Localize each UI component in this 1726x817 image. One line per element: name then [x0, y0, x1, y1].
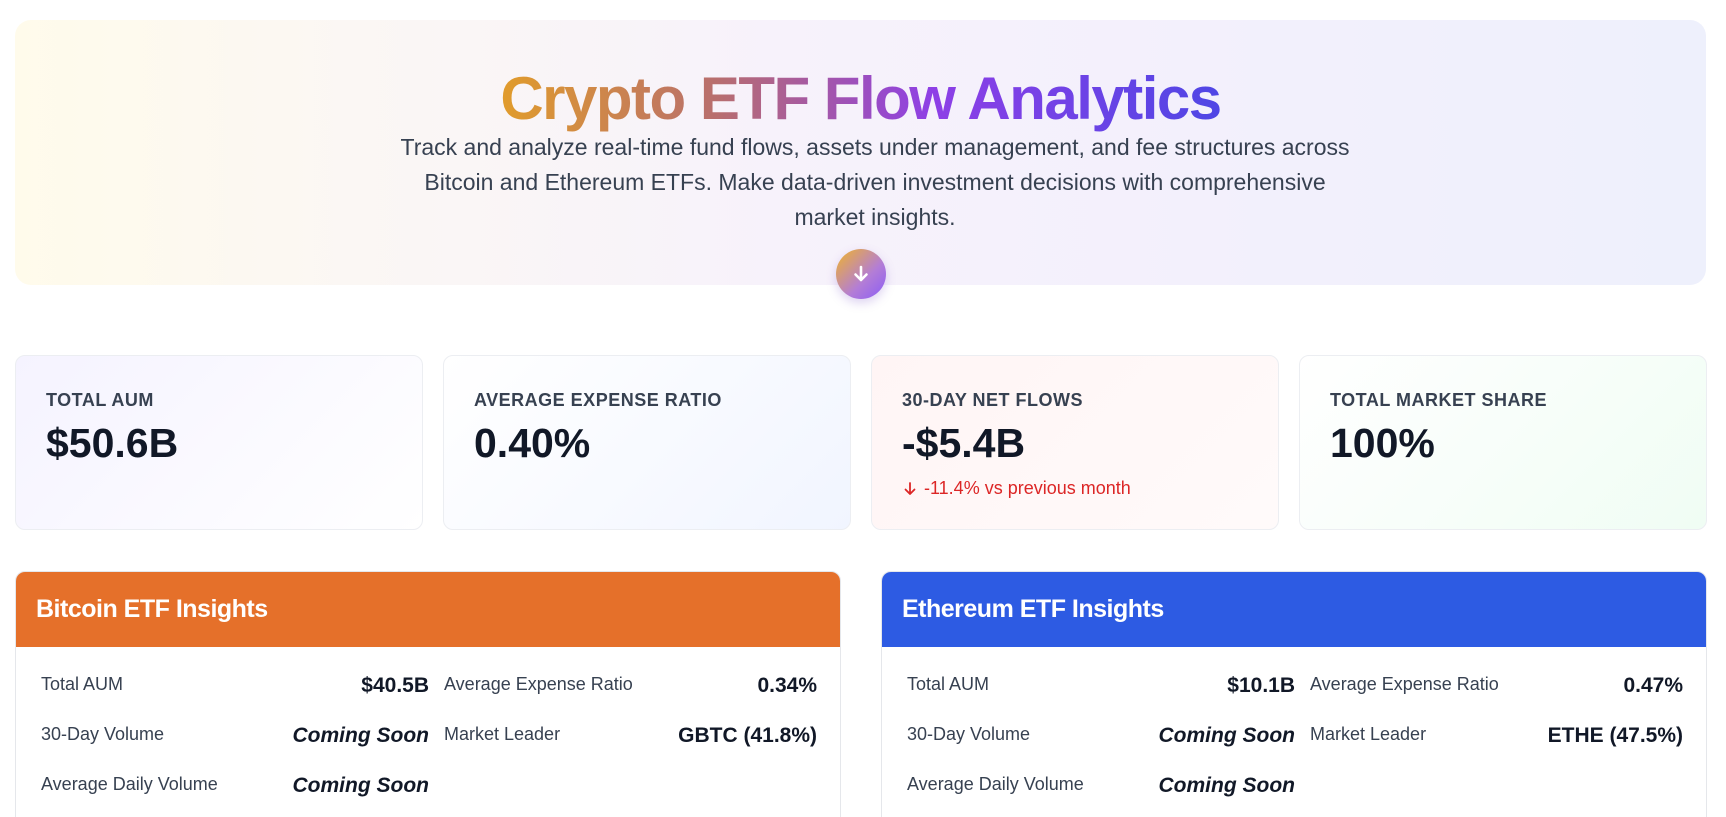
stat-value: $50.6B	[46, 420, 179, 466]
stat-label: TOTAL MARKET SHARE	[1330, 390, 1548, 410]
stat-value: 100%	[1330, 420, 1435, 466]
row-value: GBTC (41.8%)	[678, 724, 817, 747]
row-label: Average Daily Volume	[907, 774, 1084, 794]
row-label: Average Daily Volume	[41, 774, 218, 794]
stat-card-expense-ratio: AVERAGE EXPENSE RATIO 0.40%	[443, 355, 851, 530]
stat-label: 30-DAY NET FLOWS	[902, 390, 1084, 410]
panel-title: Ethereum ETF Insights	[882, 572, 1706, 647]
row-label: 30-Day Volume	[41, 724, 165, 744]
row-label: Average Expense Ratio	[1310, 674, 1499, 694]
stat-value: 0.40%	[474, 420, 591, 466]
stat-label: TOTAL AUM	[46, 390, 154, 410]
row-label: Average Expense Ratio	[444, 674, 633, 694]
page-title-text: Crypto ETF Flow Analytics	[500, 65, 1222, 132]
hero-subtitle: Track and analyze real-time fund flows, …	[400, 134, 1350, 230]
stat-change: -11.4% vs previous month	[902, 478, 1131, 499]
stat-card-net-flows: 30-DAY NET FLOWS -$5.4B -11.4% vs previo…	[871, 355, 1279, 530]
row-value: Coming Soon	[1158, 774, 1295, 797]
row-label: Market Leader	[1310, 724, 1427, 744]
row-value: $10.1B	[1227, 674, 1295, 697]
stat-card-market-share: TOTAL MARKET SHARE 100%	[1299, 355, 1707, 530]
row-value: Coming Soon	[292, 774, 429, 797]
row-value: Coming Soon	[292, 724, 429, 747]
row-label: 30-Day Volume	[907, 724, 1031, 744]
row-label: Total AUM	[41, 674, 124, 694]
stat-value: -$5.4B	[902, 420, 1026, 466]
row-label: Total AUM	[907, 674, 990, 694]
bitcoin-insights-panel: Bitcoin ETF Insights Total AUM $40.5B Av…	[15, 571, 841, 817]
panel-title: Bitcoin ETF Insights	[16, 572, 840, 647]
row-value: 0.34%	[757, 674, 817, 697]
row-label: Market Leader	[444, 724, 561, 744]
scroll-down-button[interactable]	[836, 249, 886, 299]
stat-label: AVERAGE EXPENSE RATIO	[474, 390, 722, 410]
ethereum-insights-panel: Ethereum ETF Insights Total AUM $10.1B A…	[881, 571, 1707, 817]
stat-change-text: -11.4% vs previous month	[924, 478, 1131, 498]
arrow-down-icon	[904, 481, 916, 495]
row-value: ETHE (47.5%)	[1547, 724, 1683, 747]
row-value: 0.47%	[1623, 674, 1683, 697]
row-value: $40.5B	[361, 674, 429, 697]
row-value: Coming Soon	[1158, 724, 1295, 747]
stat-card-total-aum: TOTAL AUM $50.6B	[15, 355, 423, 530]
arrow-down-icon	[854, 265, 868, 282]
hero-section: Crypto ETF Flow Analytics Track and anal…	[15, 20, 1706, 285]
page-title: Crypto ETF Flow Analytics	[15, 62, 1706, 136]
